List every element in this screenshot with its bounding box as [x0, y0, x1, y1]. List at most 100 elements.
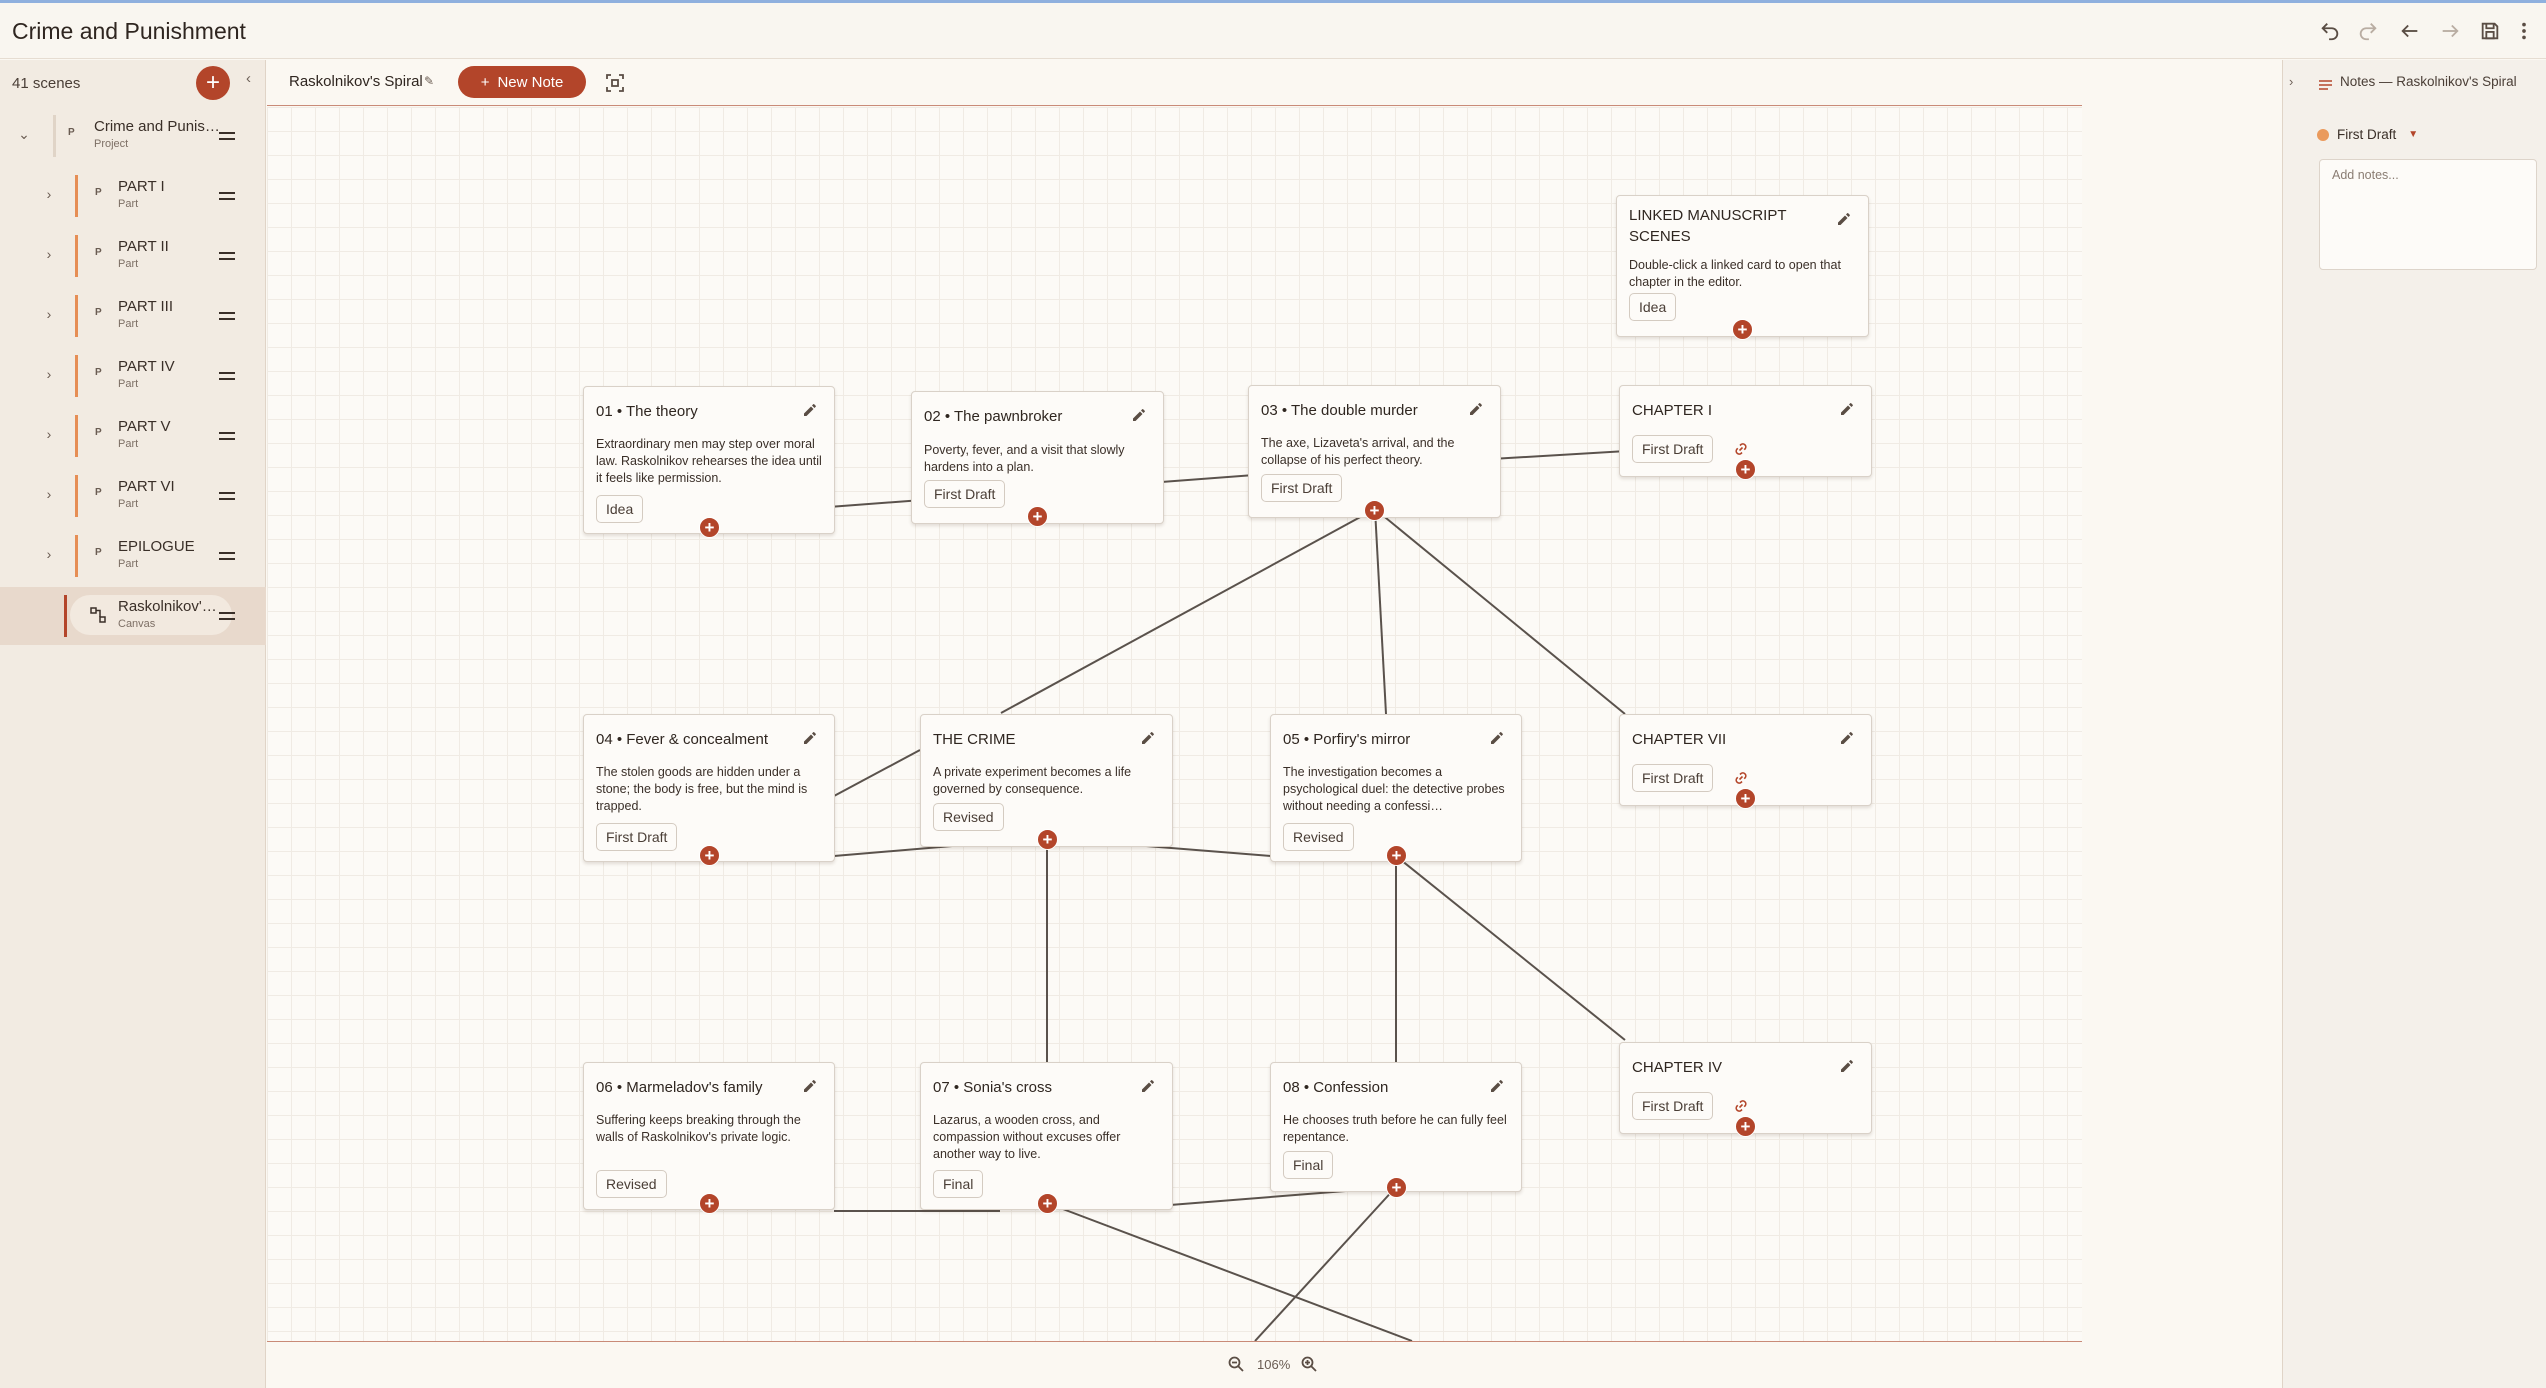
pencil-icon[interactable] [1839, 401, 1855, 417]
link-icon[interactable] [1732, 1097, 1750, 1115]
linked-chapter-card[interactable]: CHAPTER IV First Draft + [1619, 1042, 1872, 1137]
collapse-notes-chevron-icon[interactable]: › [2289, 74, 2293, 89]
note-card[interactable]: 06 • Marmeladov's family Suffering keeps… [583, 1062, 835, 1214]
add-connection-button[interactable]: + [1735, 788, 1756, 809]
save-button[interactable] [2472, 13, 2508, 49]
add-connection-button[interactable]: + [1027, 506, 1048, 527]
drag-handle-icon[interactable] [219, 372, 235, 380]
card-status-badge: First Draft [1632, 435, 1714, 463]
tree-item-badge: P [95, 427, 102, 438]
pencil-icon[interactable] [1836, 211, 1852, 227]
redo-button[interactable] [2350, 13, 2386, 49]
pencil-icon[interactable] [1140, 730, 1156, 746]
zoom-in-icon[interactable] [1300, 1355, 1318, 1373]
chevron-right-icon[interactable]: › [42, 426, 56, 442]
tree-item-subtitle: Project [94, 138, 129, 150]
card-description: The investigation becomes a psychologica… [1283, 765, 1505, 813]
card-description: A private experiment becomes a life gove… [933, 765, 1132, 796]
linked-chapter-card[interactable]: CHAPTER I First Draft + [1619, 385, 1872, 480]
new-note-button[interactable]: + New Note [458, 66, 586, 98]
note-card[interactable]: 04 • Fever & concealment The stolen good… [583, 714, 835, 866]
pencil-icon[interactable] [1489, 1078, 1505, 1094]
note-card[interactable]: 01 • The theory Extraordinary men may st… [583, 386, 835, 538]
drag-handle-icon[interactable] [219, 432, 235, 440]
card-title: CHAPTER I [1632, 402, 1713, 419]
card-status-badge: First Draft [596, 823, 678, 851]
add-connection-button[interactable]: + [699, 517, 720, 538]
tree-item-part-4[interactable]: › P PART IV Part [0, 347, 266, 405]
forward-button[interactable] [2432, 13, 2468, 49]
tree-item-epilogue[interactable]: › P EPILOGUE Part [0, 527, 266, 585]
note-card[interactable]: THE CRIME A private experiment becomes a… [920, 714, 1173, 850]
add-connection-button[interactable]: + [1735, 459, 1756, 480]
add-connection-button[interactable]: + [1364, 500, 1385, 521]
tree-item-canvas[interactable]: Raskolnikov's Spiral Canvas [0, 587, 266, 645]
pencil-icon[interactable] [1839, 1058, 1855, 1074]
note-card[interactable]: 03 • The double murder The axe, Lizaveta… [1248, 385, 1501, 521]
add-item-button[interactable]: + [196, 66, 230, 100]
tree-item-part-1[interactable]: › P PART I Part [0, 167, 266, 225]
chevron-right-icon[interactable]: › [42, 306, 56, 322]
drag-handle-icon[interactable] [219, 192, 235, 200]
chevron-right-icon[interactable]: › [42, 486, 56, 502]
tree-item-part-6[interactable]: › P PART VI Part [0, 467, 266, 525]
chevron-down-icon[interactable]: ⌄ [17, 126, 31, 143]
add-connection-button[interactable]: + [1732, 319, 1753, 340]
chevron-right-icon[interactable]: › [42, 246, 56, 262]
add-connection-button[interactable]: + [1386, 845, 1407, 866]
fit-to-screen-icon[interactable] [603, 71, 627, 95]
drag-handle-icon[interactable] [219, 492, 235, 500]
collapse-sidebar-button[interactable]: ‹ [246, 70, 251, 87]
more-menu-button[interactable] [2506, 13, 2542, 49]
chevron-right-icon[interactable]: › [42, 366, 56, 382]
canvas-name[interactable]: Raskolnikov's Spiral [289, 73, 423, 90]
linked-chapter-card[interactable]: CHAPTER VII First Draft + [1619, 714, 1872, 809]
status-dropdown[interactable]: First Draft ▼ [2317, 127, 2418, 142]
note-card[interactable]: 08 • Confession He chooses truth before … [1270, 1062, 1522, 1198]
notes-panel: › Notes — Raskolnikov's Spiral First Dra… [2282, 60, 2546, 1388]
drag-handle-icon[interactable] [219, 252, 235, 260]
tree-item-bar [75, 355, 78, 397]
chevron-right-icon[interactable]: › [42, 546, 56, 562]
pencil-icon[interactable] [1140, 1078, 1156, 1094]
drag-handle-icon[interactable] [219, 552, 235, 560]
pencil-icon[interactable] [1839, 730, 1855, 746]
note-card[interactable]: 05 • Porfiry's mirror The investigation … [1270, 714, 1522, 866]
add-connection-button[interactable]: + [1037, 829, 1058, 850]
card-status-badge: Revised [933, 803, 1004, 831]
pencil-icon[interactable] [1131, 407, 1147, 423]
add-connection-button[interactable]: + [699, 845, 720, 866]
zoom-out-icon[interactable] [1227, 1355, 1245, 1373]
tree-item-part-2[interactable]: › P PART II Part [0, 227, 266, 285]
add-connection-button[interactable]: + [699, 1193, 720, 1214]
undo-button[interactable] [2312, 13, 2348, 49]
pencil-icon[interactable] [1489, 730, 1505, 746]
pencil-icon[interactable] [802, 1078, 818, 1094]
add-connection-button[interactable]: + [1037, 1193, 1058, 1214]
add-connection-button[interactable]: + [1735, 1116, 1756, 1137]
chevron-right-icon[interactable]: › [42, 186, 56, 202]
drag-handle-icon[interactable] [219, 612, 235, 620]
rename-pencil-icon[interactable]: ✎ [424, 74, 434, 88]
pencil-icon[interactable] [1468, 401, 1484, 417]
canvas-board[interactable]: LINKED MANUSCRIPT SCENES Double-click a … [267, 107, 2082, 1341]
notes-textarea[interactable] [2319, 159, 2537, 270]
add-connection-button[interactable]: + [1386, 1177, 1407, 1198]
drag-handle-icon[interactable] [219, 312, 235, 320]
note-card[interactable]: 02 • The pawnbroker Poverty, fever, and … [911, 391, 1164, 527]
tree-item-part-5[interactable]: › P PART V Part [0, 407, 266, 465]
title-bar: Crime and Punishment [0, 3, 2546, 59]
tree-item-project[interactable]: ⌄ P Crime and Punishment Project [0, 107, 266, 165]
link-icon[interactable] [1732, 440, 1750, 458]
tree-item-part-3[interactable]: › P PART III Part [0, 287, 266, 345]
card-title: CHAPTER IV [1632, 1059, 1723, 1076]
drag-handle-icon[interactable] [219, 132, 235, 140]
link-icon[interactable] [1732, 769, 1750, 787]
note-card[interactable]: 07 • Sonia's cross Lazarus, a wooden cro… [920, 1062, 1173, 1214]
pencil-icon[interactable] [802, 402, 818, 418]
pencil-icon[interactable] [802, 730, 818, 746]
more-vertical-icon [2522, 22, 2526, 40]
note-card[interactable]: LINKED MANUSCRIPT SCENES Double-click a … [1616, 195, 1869, 340]
back-button[interactable] [2392, 13, 2428, 49]
tree-item-title: PART V [118, 418, 171, 435]
